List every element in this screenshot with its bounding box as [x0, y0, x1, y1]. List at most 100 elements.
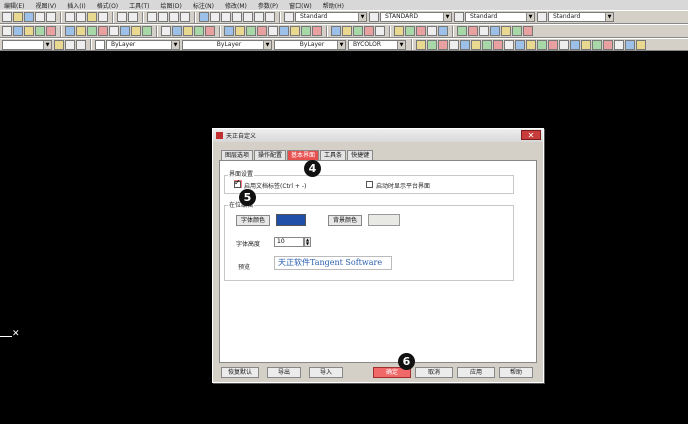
fillet-icon[interactable]	[290, 26, 300, 36]
text-style-icon[interactable]	[284, 12, 294, 22]
tangent-text-icon[interactable]	[570, 39, 580, 50]
layer-freeze-icon[interactable]	[35, 26, 45, 36]
make-current-layer-icon[interactable]	[76, 39, 86, 50]
room-icon[interactable]	[512, 26, 522, 36]
menu-item[interactable]: 参数(P)	[258, 1, 278, 10]
zoom-window-icon[interactable]	[169, 12, 179, 22]
extend-icon[interactable]	[279, 26, 289, 36]
menu-item[interactable]: 插入(I)	[67, 1, 85, 10]
circle-icon[interactable]	[87, 26, 97, 36]
font-height-input[interactable]: 10 ▲ ▼	[274, 237, 311, 247]
tangent-table-icon[interactable]	[581, 39, 591, 50]
layer-manager-icon[interactable]	[54, 39, 64, 50]
zoom-in-icon[interactable]	[394, 26, 404, 36]
help-button[interactable]: 帮助	[499, 367, 533, 378]
move-icon[interactable]	[224, 26, 234, 36]
table-icon[interactable]	[194, 26, 204, 36]
properties-icon[interactable]	[199, 12, 209, 22]
tangent-window-icon[interactable]	[526, 39, 536, 50]
render-icon[interactable]	[438, 26, 448, 36]
rotate-icon[interactable]	[235, 26, 245, 36]
stair-icon[interactable]	[490, 26, 500, 36]
spin-arrows-icon[interactable]: ▲ ▼	[304, 237, 311, 247]
cut-icon[interactable]	[65, 12, 75, 22]
layer-select[interactable]: ▼	[2, 39, 52, 50]
spline-icon[interactable]	[131, 26, 141, 36]
enable-tangent-ui-checkbox[interactable]	[366, 181, 373, 188]
scale-icon[interactable]	[246, 26, 256, 36]
help-icon[interactable]	[265, 12, 275, 22]
close-button[interactable]: ✕	[521, 130, 541, 140]
window-icon[interactable]	[479, 26, 489, 36]
tangent-zoom-icon[interactable]	[603, 39, 613, 50]
markup-icon[interactable]	[243, 12, 253, 22]
table-style-icon[interactable]	[454, 12, 464, 22]
zoom-out-icon[interactable]	[405, 26, 415, 36]
export-button[interactable]: 导出	[267, 367, 301, 378]
tangent-sun-icon[interactable]	[493, 39, 503, 50]
layer-lock-icon[interactable]	[46, 26, 56, 36]
tangent-layer-icon[interactable]	[416, 39, 426, 50]
table-style-select[interactable]: Standard ▼	[465, 12, 535, 22]
tab-layer-options[interactable]: 图层选项	[221, 150, 254, 160]
redo-icon[interactable]	[128, 12, 138, 22]
tangent-help-icon[interactable]	[636, 39, 646, 50]
orbit-icon[interactable]	[427, 26, 437, 36]
dim-angular-icon[interactable]	[375, 26, 385, 36]
menu-item[interactable]: 帮助(H)	[323, 1, 344, 10]
bg-color-swatch[interactable]	[368, 214, 400, 226]
layer-state-icon[interactable]	[2, 26, 12, 36]
dim-style-icon[interactable]	[369, 12, 379, 22]
color-select[interactable]: ByLayer ▼	[106, 39, 180, 50]
restore-default-button[interactable]: 恢复默认	[221, 367, 259, 378]
tool-palettes-icon[interactable]	[221, 12, 231, 22]
dim-radius-icon[interactable]	[353, 26, 363, 36]
elevation-icon[interactable]	[523, 26, 533, 36]
zoom-previous-icon[interactable]	[180, 12, 190, 22]
match-properties-icon[interactable]	[98, 12, 108, 22]
lineweight-select[interactable]: ByLayer ▼	[274, 39, 346, 50]
tangent-freeze-icon[interactable]	[449, 39, 459, 50]
linetype-select[interactable]: ByLayer ▼	[182, 39, 272, 50]
menu-item[interactable]: 工具(T)	[129, 1, 149, 10]
line-icon[interactable]	[65, 26, 75, 36]
tangent-plot-icon[interactable]	[592, 39, 602, 50]
apply-button[interactable]: 应用	[457, 367, 495, 378]
door-icon[interactable]	[468, 26, 478, 36]
column-icon[interactable]	[501, 26, 511, 36]
menu-item[interactable]: 格式(O)	[97, 1, 118, 10]
ellipse-icon[interactable]	[142, 26, 152, 36]
polyline-icon[interactable]	[76, 26, 86, 36]
sheet-set-icon[interactable]	[232, 12, 242, 22]
tangent-color-icon[interactable]	[427, 39, 437, 50]
rectangle-icon[interactable]	[109, 26, 119, 36]
new-file-icon[interactable]	[2, 12, 12, 22]
tab-operation-config[interactable]: 操作配置	[254, 150, 287, 160]
tangent-wall-icon[interactable]	[504, 39, 514, 50]
calculator-icon[interactable]	[254, 12, 264, 22]
tangent-door-icon[interactable]	[515, 39, 525, 50]
tab-basic-interface[interactable]: 基本界面	[287, 150, 320, 160]
dim-style-select[interactable]: STANDARD ▼	[380, 12, 452, 22]
paste-icon[interactable]	[87, 12, 97, 22]
dialog-titlebar[interactable]: 天正自定义 ✕	[213, 129, 543, 142]
enable-doc-tab-checkbox[interactable]	[234, 178, 241, 188]
mtext-icon[interactable]	[205, 26, 215, 36]
tangent-dim-icon[interactable]	[559, 39, 569, 50]
multileader-style-select[interactable]: Standard ▼	[548, 12, 614, 22]
explode-icon[interactable]	[312, 26, 322, 36]
layer-off-icon[interactable]	[24, 26, 34, 36]
cancel-button[interactable]: 取消	[415, 367, 453, 378]
text-style-select[interactable]: Standard ▼	[295, 12, 367, 22]
tangent-grid-icon[interactable]	[548, 39, 558, 50]
tangent-stair-icon[interactable]	[537, 39, 547, 50]
tangent-light-icon[interactable]	[460, 39, 470, 50]
region-icon[interactable]	[183, 26, 193, 36]
tangent-render-icon[interactable]	[625, 39, 635, 50]
wall-icon[interactable]	[457, 26, 467, 36]
menu-item[interactable]: 编辑(E)	[4, 1, 24, 10]
print-icon[interactable]	[35, 12, 45, 22]
font-color-swatch[interactable]	[276, 214, 306, 226]
zoom-realtime-icon[interactable]	[158, 12, 168, 22]
font-color-button[interactable]: 字体颜色	[236, 215, 270, 226]
